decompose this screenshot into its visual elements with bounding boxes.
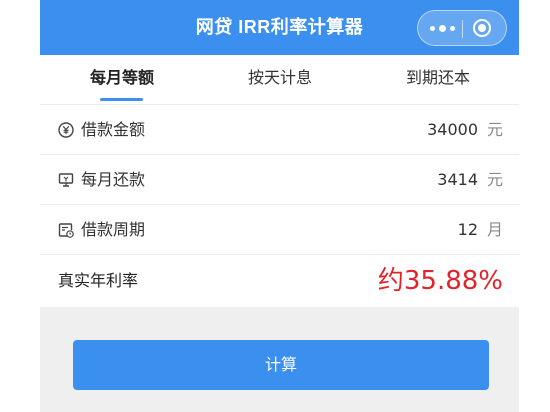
annual-rate-value: 约35.88% [377, 266, 503, 296]
loan-amount-label: 借款金额 [81, 120, 146, 139]
title-bar: 网贷 IRR利率计算器 [40, 0, 519, 55]
loan-period-input[interactable]: 12 [458, 205, 478, 255]
close-target-icon[interactable] [473, 19, 491, 37]
loan-period-unit: 月 [486, 220, 503, 239]
loan-amount-input[interactable]: 34000 [427, 105, 478, 155]
monthly-payment-label: 每月还款 [81, 170, 146, 189]
loan-period-label: 借款周期 [81, 220, 146, 239]
monthly-payment-row[interactable]: 每月还款 3414 元 [40, 155, 519, 205]
monthly-payment-input[interactable]: 3414 [437, 155, 478, 205]
mode-tabs: 每月等额 按天计息 到期还本 [40, 55, 519, 105]
page: 网贷 IRR利率计算器 每月等额 按天计息 到期还本 借款金额 34000 元 … [0, 0, 550, 412]
loan-amount-row[interactable]: 借款金额 34000 元 [40, 105, 519, 155]
monitor-icon [58, 173, 74, 187]
yen-circle-icon [58, 122, 74, 138]
calculate-button[interactable]: 计算 [73, 340, 489, 390]
mini-program-capsule [417, 10, 507, 46]
loan-period-row[interactable]: 借款周期 12 月 [40, 205, 519, 255]
more-dots-icon[interactable] [427, 11, 457, 45]
tab-daily-interest[interactable]: 按天计息 [210, 55, 350, 105]
app-frame: 网贷 IRR利率计算器 每月等额 按天计息 到期还本 借款金额 34000 元 … [40, 0, 519, 412]
capsule-divider [462, 20, 463, 38]
annual-rate-label: 真实年利率 [58, 271, 139, 290]
annual-rate-result-row: 真实年利率 约35.88% [40, 255, 519, 307]
active-tab-indicator [100, 98, 143, 101]
loan-amount-unit: 元 [486, 120, 503, 139]
calendar-clock-icon [58, 223, 74, 238]
monthly-payment-unit: 元 [486, 170, 503, 189]
tab-principal-at-maturity[interactable]: 到期还本 [368, 55, 508, 105]
action-area: 计算 [40, 307, 519, 412]
